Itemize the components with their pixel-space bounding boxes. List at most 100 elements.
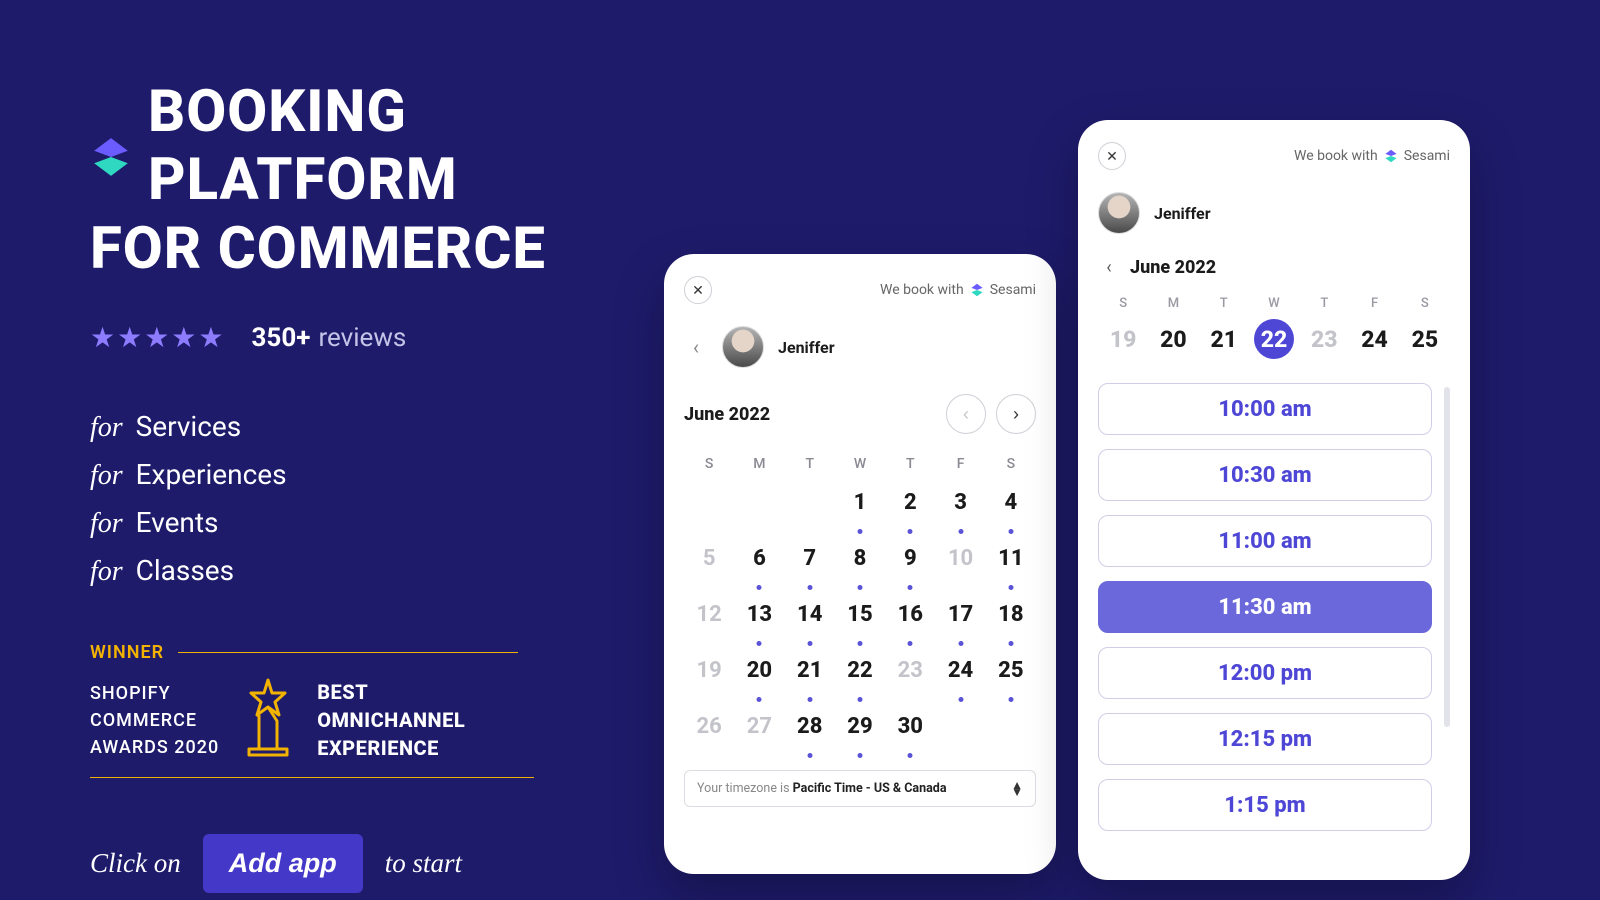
date-cell [684, 490, 734, 526]
award-category: BEST OMNICHANNEL EXPERIENCE [317, 678, 465, 762]
time-slot[interactable]: 10:00 am [1098, 383, 1432, 435]
date-cell[interactable]: 15 [835, 602, 885, 638]
date-grid: 1234567891011121314151617181920212223242… [684, 490, 1036, 750]
add-app-button[interactable]: Add app [203, 834, 363, 893]
weekday-label: T [885, 456, 935, 472]
trophy-icon [239, 677, 297, 763]
award-block: WINNER SHOPIFY COMMERCE AWARDS 2020 BEST… [90, 642, 730, 778]
chevron-left-icon[interactable]: ‹ [684, 326, 708, 368]
scrollbar[interactable] [1444, 387, 1450, 727]
date-cell[interactable]: 30 [885, 714, 935, 750]
for-list: for Servicesfor Experiencesfor Eventsfor… [90, 410, 730, 588]
date-cell[interactable]: 4 [986, 490, 1036, 526]
sesami-logo-icon [1384, 149, 1398, 163]
timeslot-card: ✕ We book with Sesami Jeniffer ‹ June 20… [1078, 120, 1470, 880]
timezone-label: Your timezone is Pacific Time - US & Can… [697, 781, 947, 796]
headline-line2: FOR COMMERCE [90, 215, 730, 283]
weekday-label: F [935, 456, 985, 472]
time-slot[interactable]: 11:30 am [1098, 581, 1432, 633]
date-cell[interactable]: 14 [785, 602, 835, 638]
back-to-month-button[interactable]: ‹ [1098, 256, 1120, 278]
close-button[interactable]: ✕ [684, 276, 712, 304]
weekday-header: SMTWTFS [684, 456, 1036, 472]
sesami-logo-icon [90, 125, 132, 167]
staff-avatar [722, 326, 764, 368]
weekday-label: F [1349, 296, 1399, 311]
week-date[interactable]: 21 [1199, 319, 1249, 359]
staff-row[interactable]: ‹ Jeniffer [684, 326, 1036, 368]
date-cell[interactable]: 1 [835, 490, 885, 526]
date-cell[interactable]: 3 [935, 490, 985, 526]
date-cell[interactable]: 6 [734, 546, 784, 582]
date-cell: 10 [935, 546, 985, 582]
star-rating-icon: ★★★★★ [90, 321, 226, 354]
winner-label: WINNER [90, 642, 164, 663]
date-cell[interactable]: 21 [785, 658, 835, 694]
marketing-panel: BOOKING PLATFORM FOR COMMERCE ★★★★★ 350+… [90, 78, 730, 893]
time-slot[interactable]: 11:00 am [1098, 515, 1432, 567]
date-cell[interactable]: 7 [785, 546, 835, 582]
next-month-button[interactable]: › [996, 394, 1036, 434]
staff-name: Jeniffer [1154, 204, 1211, 223]
divider [178, 652, 518, 653]
date-cell[interactable]: 28 [785, 714, 835, 750]
divider [90, 777, 534, 778]
date-cell[interactable]: 17 [935, 602, 985, 638]
date-cell[interactable]: 29 [835, 714, 885, 750]
book-with-label: We book with Sesami [1294, 148, 1450, 164]
date-cell[interactable]: 24 [935, 658, 985, 694]
date-cell[interactable]: 18 [986, 602, 1036, 638]
cta-row: Click on Add app to start [90, 834, 730, 893]
date-cell[interactable]: 13 [734, 602, 784, 638]
reviews-row: ★★★★★ 350+ reviews [90, 321, 730, 354]
date-cell[interactable]: 20 [734, 658, 784, 694]
award-event: SHOPIFY COMMERCE AWARDS 2020 [90, 680, 219, 761]
week-date[interactable]: 24 [1349, 319, 1399, 359]
time-slot[interactable]: 10:30 am [1098, 449, 1432, 501]
headline: BOOKING PLATFORM FOR COMMERCE [90, 78, 730, 283]
week-date[interactable]: 22 [1254, 319, 1294, 359]
calendar-card: ✕ We book with Sesami ‹ Jeniffer June 20… [664, 254, 1056, 874]
date-cell: 23 [885, 658, 935, 694]
timezone-select[interactable]: Your timezone is Pacific Time - US & Can… [684, 770, 1036, 807]
cta-suffix: to start [385, 848, 462, 879]
date-cell[interactable]: 25 [986, 658, 1036, 694]
date-cell: 19 [684, 658, 734, 694]
week-date[interactable]: 25 [1400, 319, 1450, 359]
weekday-label: M [1148, 296, 1198, 311]
date-cell [986, 714, 1036, 750]
date-cell: 12 [684, 602, 734, 638]
weekday-label: S [986, 456, 1036, 472]
week-date[interactable]: 20 [1148, 319, 1198, 359]
for-item: for Experiences [90, 458, 730, 492]
book-with-label: We book with Sesami [880, 282, 1036, 298]
for-item: for Events [90, 506, 730, 540]
month-label: June 2022 [684, 404, 770, 425]
weekday-label: T [1199, 296, 1249, 311]
date-cell[interactable]: 2 [885, 490, 935, 526]
weekday-label: W [835, 456, 885, 472]
slot-list: 10:00 am 10:30 am 11:00 am 11:30 am 12:00 pm… [1098, 383, 1432, 864]
date-cell[interactable]: 11 [986, 546, 1036, 582]
week-date: 23 [1299, 319, 1349, 359]
date-cell [785, 490, 835, 526]
prev-month-button[interactable]: ‹ [946, 394, 986, 434]
reviews-label: reviews [318, 323, 406, 353]
weekday-label: T [1299, 296, 1349, 311]
week-dates: 19202122232425 [1098, 319, 1450, 359]
time-slot[interactable]: 12:15 pm [1098, 713, 1432, 765]
time-slot[interactable]: 12:00 pm [1098, 647, 1432, 699]
weekday-label: W [1249, 296, 1299, 311]
date-cell[interactable]: 16 [885, 602, 935, 638]
staff-avatar [1098, 192, 1140, 234]
for-item: for Classes [90, 554, 730, 588]
reviews-count: 350+ [252, 323, 311, 353]
date-cell[interactable]: 22 [835, 658, 885, 694]
close-button[interactable]: ✕ [1098, 142, 1126, 170]
time-slot[interactable]: 1:15 pm [1098, 779, 1432, 831]
staff-row[interactable]: Jeniffer [1098, 192, 1450, 234]
weekday-header: SMTWTFS [1098, 296, 1450, 311]
date-cell [935, 714, 985, 750]
date-cell[interactable]: 9 [885, 546, 935, 582]
date-cell[interactable]: 8 [835, 546, 885, 582]
